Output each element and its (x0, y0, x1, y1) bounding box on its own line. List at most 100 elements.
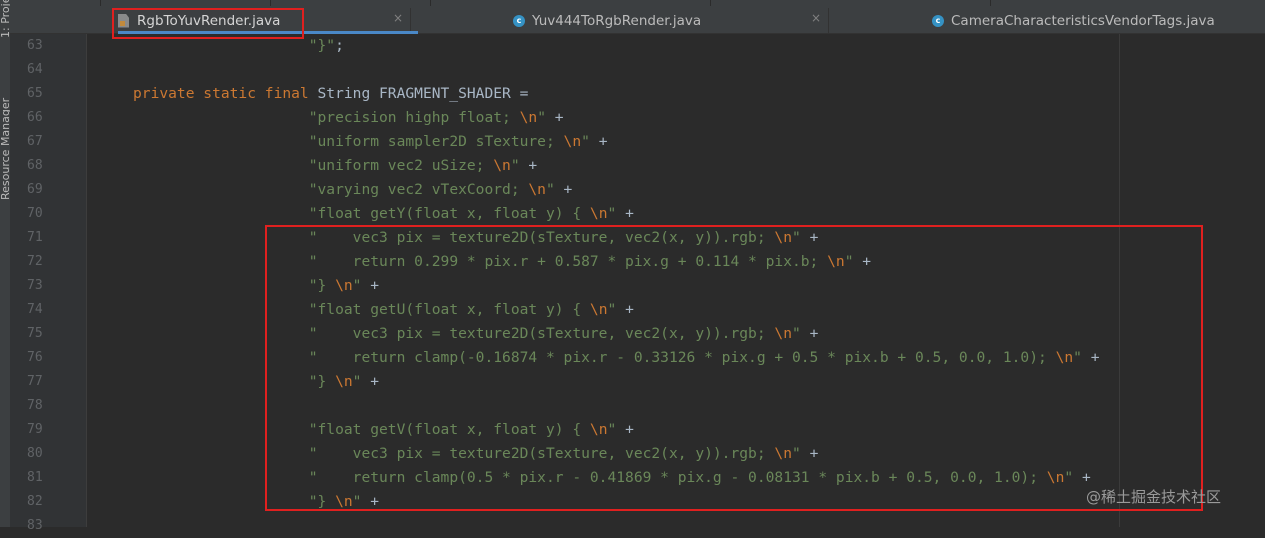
line-number: 69 (27, 182, 43, 197)
code-text: "float getV(float x, float y) { \n" + (133, 418, 634, 442)
watermark: @稀土掘金技术社区 (1086, 488, 1222, 506)
tab-camera-characteristics-vendor-tags[interactable]: c CameraCharacteristicsVendorTags.java (932, 8, 1215, 33)
code-line[interactable]: 63 "}"; (0, 34, 1265, 58)
line-number: 64 (27, 62, 43, 77)
code-token: \n (335, 493, 353, 510)
code-text: "} \n" + (133, 274, 379, 298)
code-line[interactable]: 69 "varying vec2 vTexCoord; \n" + (0, 178, 1265, 202)
code-token: ; (335, 37, 344, 54)
close-icon[interactable]: × (811, 11, 821, 25)
code-line[interactable]: 68 "uniform vec2 uSize; \n" + (0, 154, 1265, 178)
code-line[interactable]: 81 " return clamp(0.5 * pix.r - 0.41869 … (0, 466, 1265, 490)
code-token: " return clamp(-0.16874 * pix.r - 0.3312… (308, 349, 1056, 366)
code-line[interactable]: 82 "} \n" + (0, 490, 1265, 514)
tab-label: CameraCharacteristicsVendorTags.java (951, 12, 1215, 29)
code-line[interactable]: 83 (0, 514, 1265, 538)
code-line[interactable]: 77 "} \n" + (0, 370, 1265, 394)
code-token: "float getU(float x, float y) { (308, 301, 590, 318)
code-token: \n (335, 277, 353, 294)
code-text: "}"; (133, 34, 344, 58)
code-token: + (616, 421, 634, 438)
code-token: " (607, 205, 617, 222)
code-token: \n (1046, 469, 1065, 486)
code-token: + (361, 373, 380, 390)
code-line[interactable]: 76 " return clamp(-0.16874 * pix.r - 0.3… (0, 346, 1265, 370)
code-text: "varying vec2 vTexCoord; \n" + (133, 178, 573, 202)
code-line[interactable]: 74 "float getU(float x, float y) { \n" + (0, 298, 1265, 322)
code-token: + (589, 133, 608, 150)
code-token: + (519, 157, 538, 174)
code-text: " vec3 pix = texture2D(sTexture, vec2(x,… (133, 226, 819, 250)
code-token: + (800, 325, 819, 342)
java-file-icon (118, 13, 129, 28)
code-token: \n (774, 229, 792, 246)
line-number: 67 (27, 134, 43, 149)
code-line[interactable]: 72 " return 0.299 * pix.r + 0.587 * pix.… (0, 250, 1265, 274)
code-token: + (800, 445, 819, 462)
line-number: 75 (27, 326, 43, 341)
code-text: "float getY(float x, float y) { \n" + (133, 202, 634, 226)
code-token: " (1073, 349, 1082, 366)
code-line[interactable]: 70 "float getY(float x, float y) { \n" + (0, 202, 1265, 226)
code-line[interactable]: 64 (0, 58, 1265, 82)
close-icon[interactable]: × (393, 11, 403, 25)
tab-label: Yuv444ToRgbRender.java (532, 12, 702, 29)
code-token: \n (589, 301, 608, 318)
line-number: 72 (27, 254, 43, 269)
code-line[interactable]: 75 " vec3 pix = texture2D(sTexture, vec2… (0, 322, 1265, 346)
code-text: "} \n" + (133, 370, 379, 394)
code-token: " vec3 pix = texture2D(sTexture, vec2(x,… (308, 445, 775, 462)
code-text: " vec3 pix = texture2D(sTexture, vec2(x,… (133, 322, 819, 346)
code-text: "float getU(float x, float y) { \n" + (133, 298, 634, 322)
code-token: + (616, 301, 634, 318)
code-line[interactable]: 67 "uniform sampler2D sTexture; \n" + (0, 130, 1265, 154)
code-token: \n (335, 373, 353, 390)
line-number: 68 (27, 158, 43, 173)
upper-tab-row-sliver (10, 0, 1265, 6)
code-token: " (537, 109, 546, 126)
code-token: + (1081, 349, 1100, 366)
code-token: " (607, 421, 617, 438)
line-number: 70 (27, 206, 43, 221)
code-line[interactable]: 78 (0, 394, 1265, 418)
code-token: " vec3 pix = texture2D(sTexture, vec2(x,… (308, 229, 775, 246)
code-line[interactable]: 80 " vec3 pix = texture2D(sTexture, vec2… (0, 442, 1265, 466)
code-token: \n (563, 133, 582, 150)
code-text: "uniform sampler2D sTexture; \n" + (133, 130, 608, 154)
code-token: + (554, 181, 573, 198)
code-text: " return clamp(0.5 * pix.r - 0.41869 * p… (133, 466, 1091, 490)
code-line[interactable]: 71 " vec3 pix = texture2D(sTexture, vec2… (0, 226, 1265, 250)
tab-yuv444-to-rgb-render[interactable]: c Yuv444ToRgbRender.java (513, 8, 701, 33)
code-line[interactable]: 66 "precision highp float; \n" + (0, 106, 1265, 130)
code-token: \n (827, 253, 845, 270)
line-number: 65 (27, 86, 43, 101)
code-token: + (361, 493, 380, 510)
code-token: "}" (308, 37, 336, 54)
code-line[interactable]: 79 "float getV(float x, float y) { \n" + (0, 418, 1265, 442)
code-token: + (853, 253, 872, 270)
code-line[interactable]: 73 "} \n" + (0, 274, 1265, 298)
code-token: " (581, 133, 590, 150)
code-token: "} (308, 493, 336, 510)
code-text: private static final String FRAGMENT_SHA… (133, 82, 528, 106)
code-token: private static final (133, 85, 318, 102)
code-token: String FRAGMENT_SHADER = (317, 85, 529, 102)
code-token: "float getY(float x, float y) { (308, 205, 590, 222)
line-number: 74 (27, 302, 43, 317)
line-number: 73 (27, 278, 43, 293)
code-line[interactable]: 65 private static final String FRAGMENT_S… (0, 82, 1265, 106)
tab-rgb-to-yuv-render[interactable]: RgbToYuvRender.java (118, 8, 280, 33)
code-token: "float getV(float x, float y) { (308, 421, 590, 438)
code-token: "varying vec2 vTexCoord; (308, 181, 529, 198)
